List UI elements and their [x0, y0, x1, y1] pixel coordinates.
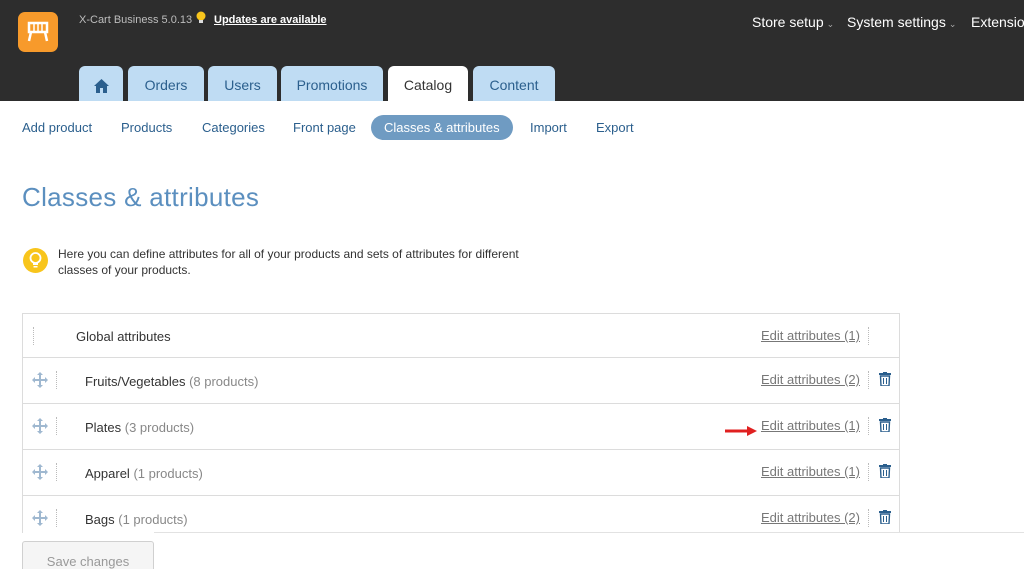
red-arrow-icon — [725, 423, 757, 441]
subnav-front-page[interactable]: Front page — [293, 115, 356, 140]
class-name: Bags (1 products) — [85, 512, 188, 527]
trash-icon[interactable] — [879, 464, 891, 483]
product-count: (3 products) — [124, 420, 195, 435]
drag-separator — [56, 463, 58, 481]
class-name-text: Global attributes — [76, 329, 171, 344]
class-name-text: Bags — [85, 512, 115, 527]
drag-separator — [56, 371, 58, 389]
tab-catalog[interactable]: Catalog — [388, 66, 468, 101]
tab-users[interactable]: Users — [208, 66, 277, 101]
subnav-import[interactable]: Import — [530, 115, 567, 140]
subnav-classes-attributes[interactable]: Classes & attributes — [371, 115, 513, 140]
class-name: Global attributes — [76, 329, 171, 344]
lightbulb-icon — [23, 248, 48, 273]
move-icon[interactable] — [32, 510, 48, 531]
column-separator — [868, 417, 870, 435]
store-setup-menu[interactable]: Store setup ⌄ — [752, 14, 834, 30]
move-icon[interactable] — [32, 464, 48, 485]
move-icon[interactable] — [32, 372, 48, 393]
page-title: Classes & attributes — [22, 182, 260, 212]
drag-separator — [56, 509, 58, 527]
edit-attributes-link[interactable]: Edit attributes (1) — [761, 418, 860, 433]
column-separator — [868, 509, 870, 527]
class-name-text: Plates — [85, 420, 122, 435]
subnav-add-product[interactable]: Add product — [22, 115, 92, 140]
move-icon[interactable] — [32, 418, 48, 439]
subnav-export[interactable]: Export — [596, 115, 634, 140]
system-settings-label: System settings — [847, 14, 946, 30]
subnav-products[interactable]: Products — [121, 115, 172, 140]
column-separator — [868, 327, 870, 345]
class-name: Plates (3 products) — [85, 420, 194, 435]
edit-attributes-link[interactable]: Edit attributes (1) — [761, 464, 860, 479]
class-name-text: Apparel — [85, 466, 130, 481]
chevron-down-icon: ⌄ — [948, 19, 957, 29]
tab-content[interactable]: Content — [473, 66, 555, 101]
edit-attributes-link[interactable]: Edit attributes (1) — [761, 328, 860, 343]
subnav-categories[interactable]: Categories — [202, 115, 265, 140]
table-row: Plates (3 products) Edit attributes (1) — [23, 404, 899, 450]
home-icon — [93, 79, 109, 93]
extensions-menu[interactable]: Extensions — [971, 14, 1024, 30]
classes-table: Global attributes Edit attributes (1) Fr… — [22, 313, 900, 533]
updates-link[interactable]: Updates are available — [214, 14, 327, 26]
table-row: Apparel (1 products) Edit attributes (1) — [23, 450, 899, 496]
chevron-down-icon: ⌄ — [826, 19, 835, 29]
lightbulb-icon — [195, 11, 207, 30]
class-name: Fruits/Vegetables (8 products) — [85, 374, 258, 389]
edit-attributes-link[interactable]: Edit attributes (2) — [761, 510, 860, 525]
extensions-label: Extensions — [971, 14, 1024, 30]
tab-promotions[interactable]: Promotions — [281, 66, 383, 101]
drag-separator — [33, 327, 35, 345]
system-settings-menu[interactable]: System settings ⌄ — [847, 14, 956, 30]
table-row: Fruits/Vegetables (8 products) Edit attr… — [23, 358, 899, 404]
tab-home[interactable] — [79, 66, 123, 101]
trash-icon[interactable] — [879, 372, 891, 391]
sticky-panel-divider — [154, 532, 1024, 533]
product-count: (1 products) — [133, 466, 203, 481]
trash-icon[interactable] — [879, 418, 891, 437]
class-name: Apparel (1 products) — [85, 466, 203, 481]
version-label: X-Cart Business 5.0.13 — [79, 14, 193, 26]
drag-separator — [56, 417, 58, 435]
info-message: Here you can define attributes for all o… — [58, 247, 519, 277]
store-setup-label: Store setup — [752, 14, 824, 30]
column-separator — [868, 463, 870, 481]
table-row: Bags (1 products) Edit attributes (2) — [23, 496, 899, 533]
tab-orders[interactable]: Orders — [128, 66, 204, 101]
column-separator — [868, 371, 870, 389]
product-count: (1 products) — [118, 512, 188, 527]
top-bar: X-Cart Business 5.0.13 Updates are avail… — [0, 0, 1024, 101]
trash-icon[interactable] — [879, 510, 891, 529]
edit-attributes-link[interactable]: Edit attributes (2) — [761, 372, 860, 387]
xcart-logo[interactable] — [18, 12, 58, 52]
save-changes-button[interactable]: Save changes — [22, 541, 154, 569]
table-row-global: Global attributes Edit attributes (1) — [23, 314, 899, 358]
catalog-subnav: Add product Products Categories Front pa… — [0, 101, 1024, 153]
product-count: (8 products) — [189, 374, 259, 389]
class-name-text: Fruits/Vegetables — [85, 374, 186, 389]
